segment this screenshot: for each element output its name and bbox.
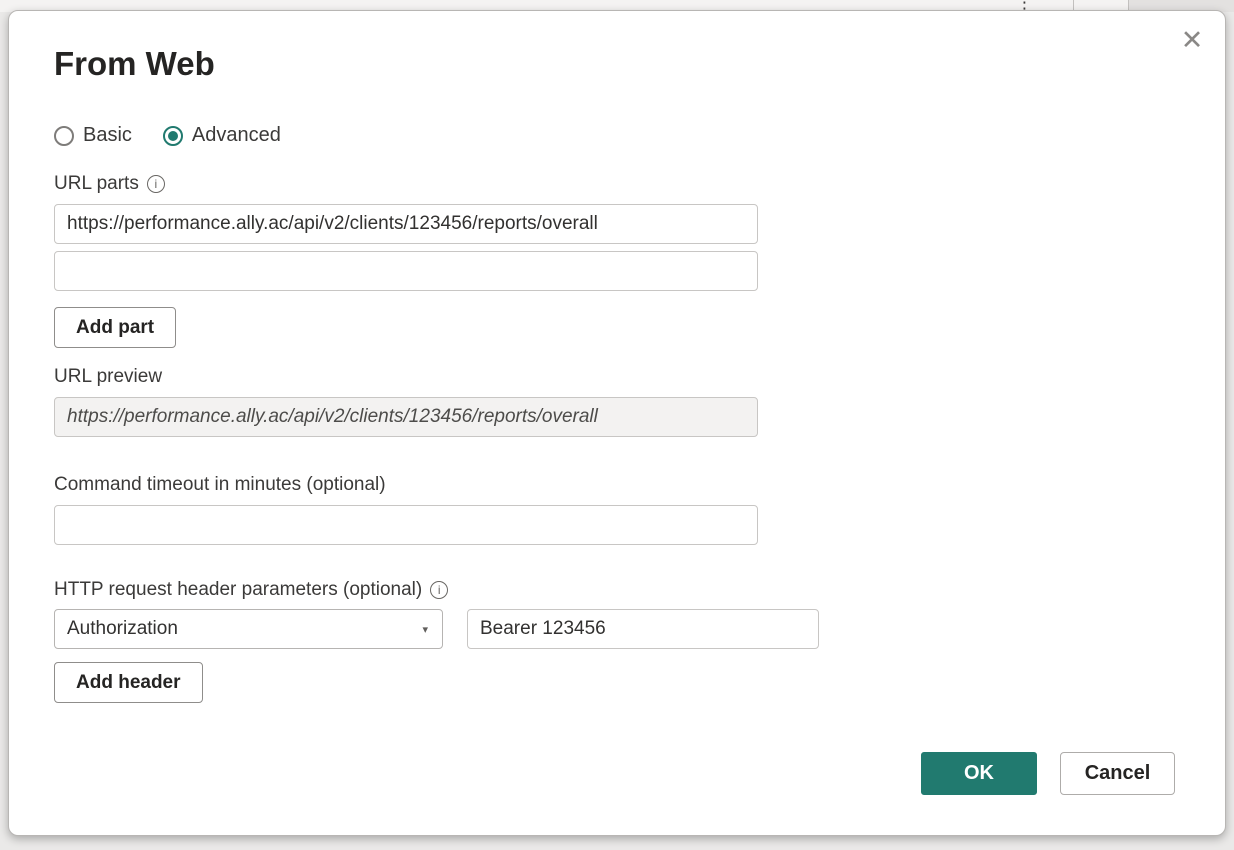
radio-basic-circle[interactable] [54,126,74,146]
cancel-button[interactable]: Cancel [1060,752,1175,795]
screen: ⋮ ✕ From Web Basic Advanced URL parts i … [0,0,1234,850]
timeout-label-row: Command timeout in minutes (optional) [54,474,386,496]
url-preview-label: URL preview [54,366,162,388]
url-part-input-2[interactable] [54,251,758,291]
headers-label: HTTP request header parameters (optional… [54,579,422,601]
chevron-down-icon: ▾ [422,623,428,636]
header-value-input[interactable] [467,609,819,649]
radio-advanced-circle[interactable] [163,126,183,146]
radio-basic[interactable]: Basic [54,124,132,147]
url-parts-label: URL parts [54,173,139,195]
radio-basic-label: Basic [83,124,132,147]
info-icon[interactable]: i [147,175,165,193]
add-part-button[interactable]: Add part [54,307,176,348]
from-web-dialog: ✕ From Web Basic Advanced URL parts i Ad… [8,10,1226,836]
header-name-selected-value: Authorization [67,618,178,640]
url-preview-label-row: URL preview [54,366,162,388]
close-icon[interactable]: ✕ [1175,23,1209,57]
url-parts-label-row: URL parts i [54,173,165,195]
headers-label-row: HTTP request header parameters (optional… [54,579,448,601]
add-header-button[interactable]: Add header [54,662,203,703]
radio-advanced[interactable]: Advanced [163,124,281,147]
url-part-input-1[interactable] [54,204,758,244]
radio-advanced-label: Advanced [192,124,281,147]
header-name-select[interactable]: Authorization ▾ [54,609,443,649]
timeout-label: Command timeout in minutes (optional) [54,474,386,496]
ok-button[interactable]: OK [921,752,1037,795]
url-preview-field [54,397,758,437]
info-icon[interactable]: i [430,581,448,599]
timeout-input[interactable] [54,505,758,545]
page-title: From Web [54,45,215,83]
mode-radio-group: Basic Advanced [54,124,281,147]
